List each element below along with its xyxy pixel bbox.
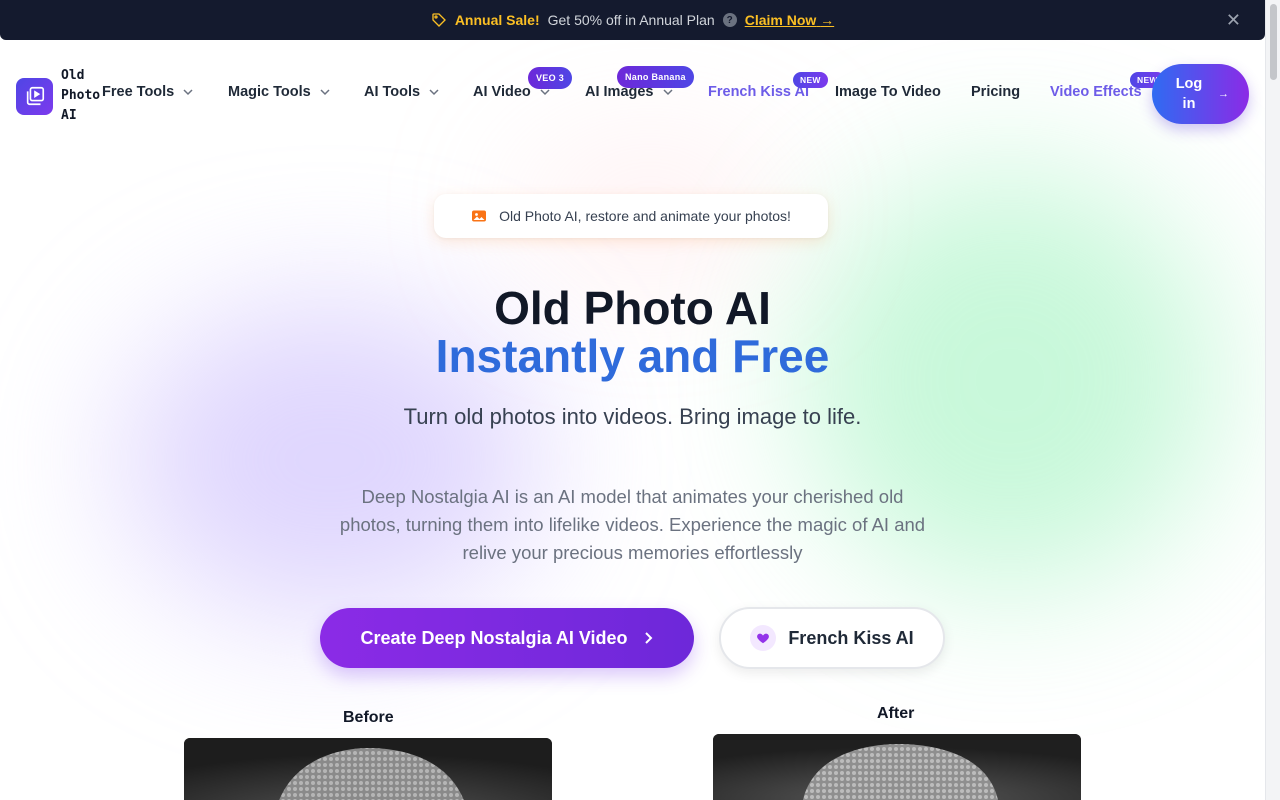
page-scrollbar[interactable] [1265, 0, 1280, 800]
logo-text: Old Photo AI [61, 68, 101, 123]
french-kiss-button[interactable]: French Kiss AI [719, 607, 945, 669]
claim-now-link[interactable]: Claim Now → [745, 12, 834, 28]
after-label: After [877, 705, 915, 722]
nav-label: Video Effects [1050, 84, 1142, 100]
scrollbar-thumb[interactable] [1270, 4, 1277, 80]
main-nav: Old Photo AI Free Tools Magic Tools AI T… [0, 40, 1265, 148]
hero-subtitle: Turn old photos into videos. Bring image… [403, 404, 862, 429]
create-video-button[interactable]: Create Deep Nostalgia AI Video [320, 608, 694, 668]
nav-video-effects[interactable]: Video Effects [1050, 84, 1142, 100]
chevron-down-icon [183, 89, 193, 96]
page-title: Old Photo AI [494, 282, 771, 334]
image-icon [472, 210, 487, 222]
sale-label: Annual Sale! [454, 12, 540, 28]
hero-description: Deep Nostalgia AI is an AI model that an… [339, 486, 926, 563]
nano-banana-badge: Nano Banana [617, 66, 694, 88]
page-title-highlight: Instantly and Free [435, 330, 830, 382]
offer-text: Get 50% off in Annual Plan [547, 12, 715, 28]
nav-free-tools[interactable]: Free Tools [102, 84, 194, 100]
arrow-right-icon: → [1218, 88, 1229, 100]
hero-announcement-pill: Old Photo AI, restore and animate your p… [434, 194, 828, 238]
arrow-right-icon: → [820, 12, 835, 28]
tag-icon [432, 13, 446, 27]
nav-label: Free Tools [102, 84, 175, 100]
before-photo [184, 738, 552, 800]
chevron-down-icon [429, 89, 439, 96]
logo-link[interactable]: Old Photo AI [16, 66, 105, 126]
login-label: Log in [1175, 76, 1203, 112]
chevron-down-icon [320, 89, 330, 96]
create-video-label: Create Deep Nostalgia AI Video [360, 627, 628, 648]
nav-label: AI Video [473, 84, 531, 100]
after-photo [713, 734, 1081, 800]
new-badge: NEW [793, 72, 828, 88]
nav-label: Image To Video [835, 84, 941, 100]
chevron-right-icon [644, 632, 652, 644]
nav-french-kiss-ai[interactable]: French Kiss AI [708, 84, 809, 100]
veo3-badge: VEO 3 [528, 67, 573, 89]
nav-label: Magic Tools [228, 84, 311, 100]
nav-image-to-video[interactable]: Image To Video [835, 84, 941, 100]
nav-label: AI Tools [364, 84, 421, 100]
french-kiss-label: French Kiss AI [788, 627, 914, 648]
nav-magic-tools[interactable]: Magic Tools [228, 84, 331, 100]
nav-label: French Kiss AI [708, 84, 809, 100]
claim-now-label: Claim Now [744, 12, 817, 28]
pill-text: Old Photo AI, restore and animate your p… [499, 208, 791, 224]
nav-ai-tools[interactable]: AI Tools [364, 84, 440, 100]
help-icon[interactable]: ? [722, 13, 737, 27]
heart-icon [750, 625, 777, 651]
announcement-bar: Annual Sale! Get 50% off in Annual Plan … [0, 0, 1265, 40]
before-label: Before [343, 709, 394, 726]
close-icon[interactable]: ✕ [1226, 10, 1241, 30]
logo-icon [16, 77, 53, 115]
nav-label: Pricing [971, 84, 1021, 100]
login-button[interactable]: Log in → [1152, 64, 1249, 124]
nav-pricing[interactable]: Pricing [971, 84, 1020, 100]
